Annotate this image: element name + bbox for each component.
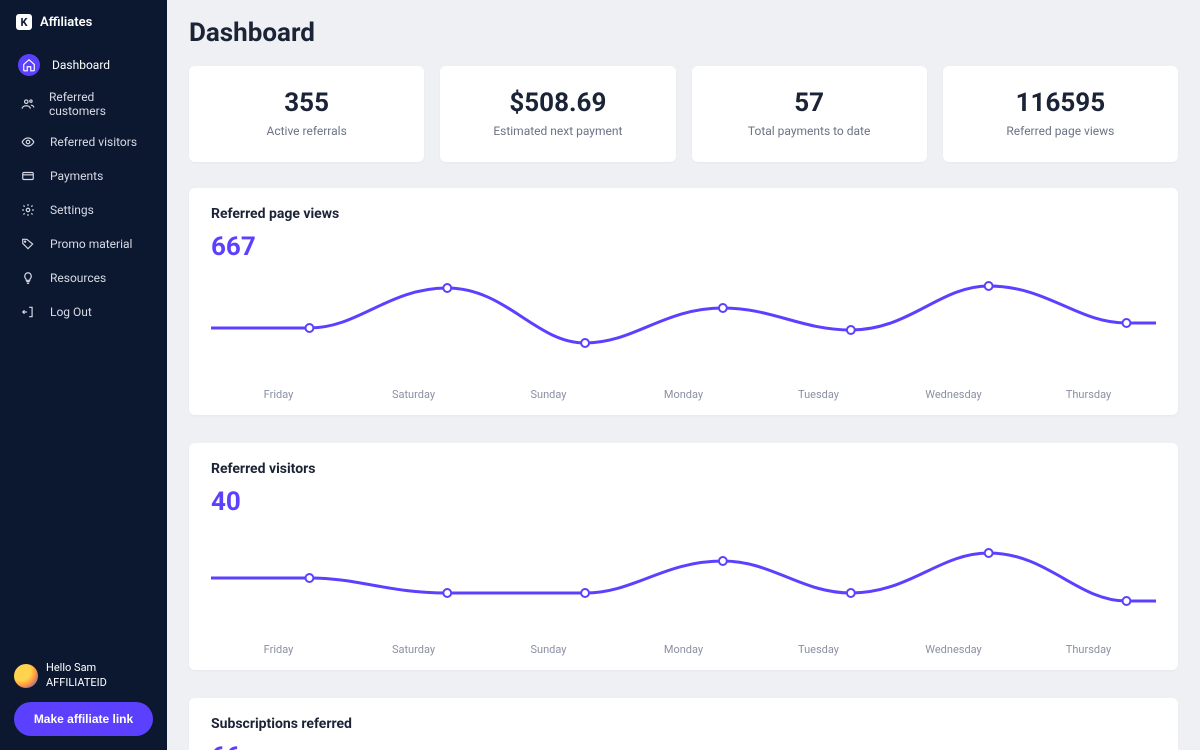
chart-card-subscriptions: Subscriptions referred 66 [189,698,1178,750]
sidebar-item-referred-visitors[interactable]: Referred visitors [8,126,159,158]
stat-label: Active referrals [199,124,414,138]
brand-name: Affiliates [40,15,92,30]
users-icon [18,94,37,114]
sidebar-item-promo-material[interactable]: Promo material [8,228,159,260]
card-icon [18,166,38,186]
sidebar-item-payments[interactable]: Payments [8,160,159,192]
axis-label: Sunday [481,643,616,656]
chart-total: 667 [211,232,1156,262]
stat-label: Total payments to date [702,124,917,138]
page-title: Dashboard [189,18,1178,48]
chart-line [211,268,1156,378]
stat-label: Referred page views [953,124,1168,138]
chart-total: 40 [211,487,1156,517]
axis-label: Wednesday [886,388,1021,401]
axis-label: Saturday [346,388,481,401]
main-content: Dashboard 355 Active referrals $508.69 E… [167,0,1200,750]
sidebar-item-dashboard[interactable]: Dashboard [8,48,159,82]
nav-label: Referred visitors [50,135,137,149]
bulb-icon [18,268,38,288]
gear-icon [18,200,38,220]
user-greeting: Hello Sam [46,661,107,675]
sidebar-nav: Dashboard Referred customers Referred vi… [0,48,167,328]
nav-label: Log Out [50,305,92,319]
chart-xaxis: Friday Saturday Sunday Monday Tuesday We… [211,388,1156,401]
axis-label: Monday [616,388,751,401]
stats-row: 355 Active referrals $508.69 Estimated n… [189,66,1178,162]
home-icon [18,54,40,76]
chart-title: Referred page views [211,206,1156,222]
chart-line [211,523,1156,633]
axis-label: Wednesday [886,643,1021,656]
user-block: Hello Sam AFFILIATEID [14,661,153,690]
logout-icon [18,302,38,322]
axis-label: Tuesday [751,388,886,401]
sidebar-item-logout[interactable]: Log Out [8,296,159,328]
sidebar-item-resources[interactable]: Resources [8,262,159,294]
axis-label: Tuesday [751,643,886,656]
nav-label: Dashboard [52,58,110,72]
eye-icon [18,132,38,152]
sidebar-footer: Hello Sam AFFILIATEID Make affiliate lin… [0,651,167,736]
chart-xaxis: Friday Saturday Sunday Monday Tuesday We… [211,643,1156,656]
brand-logo-icon: K [16,14,32,30]
sidebar: K Affiliates Dashboard Referred customer… [0,0,167,750]
avatar [14,664,38,688]
stat-value: $508.69 [450,88,665,118]
nav-label: Promo material [50,237,132,251]
axis-label: Thursday [1021,388,1156,401]
stat-value: 116595 [953,88,1168,118]
make-affiliate-link-button[interactable]: Make affiliate link [14,702,153,736]
stat-card-page-views: 116595 Referred page views [943,66,1178,162]
sidebar-item-settings[interactable]: Settings [8,194,159,226]
chart-card-visitors: Referred visitors 40 Friday Saturday Sun… [189,443,1178,670]
stat-label: Estimated next payment [450,124,665,138]
user-text: Hello Sam AFFILIATEID [46,661,107,690]
stat-card-next-payment: $508.69 Estimated next payment [440,66,675,162]
sidebar-item-referred-customers[interactable]: Referred customers [8,84,159,124]
axis-label: Sunday [481,388,616,401]
axis-label: Saturday [346,643,481,656]
axis-label: Friday [211,388,346,401]
axis-label: Thursday [1021,643,1156,656]
stat-value: 355 [199,88,414,118]
axis-label: Friday [211,643,346,656]
stat-card-total-payments: 57 Total payments to date [692,66,927,162]
nav-label: Resources [50,271,106,285]
stat-card-active-referrals: 355 Active referrals [189,66,424,162]
chart-title: Subscriptions referred [211,716,1156,732]
brand: K Affiliates [0,14,167,48]
nav-label: Referred customers [49,90,149,118]
chart-total: 66 [211,742,1156,750]
nav-label: Payments [50,169,103,183]
axis-label: Monday [616,643,751,656]
user-id: AFFILIATEID [46,676,107,690]
chart-title: Referred visitors [211,461,1156,477]
chart-card-page-views: Referred page views 667 Friday Saturday … [189,188,1178,415]
tag-icon [18,234,38,254]
nav-label: Settings [50,203,94,217]
stat-value: 57 [702,88,917,118]
